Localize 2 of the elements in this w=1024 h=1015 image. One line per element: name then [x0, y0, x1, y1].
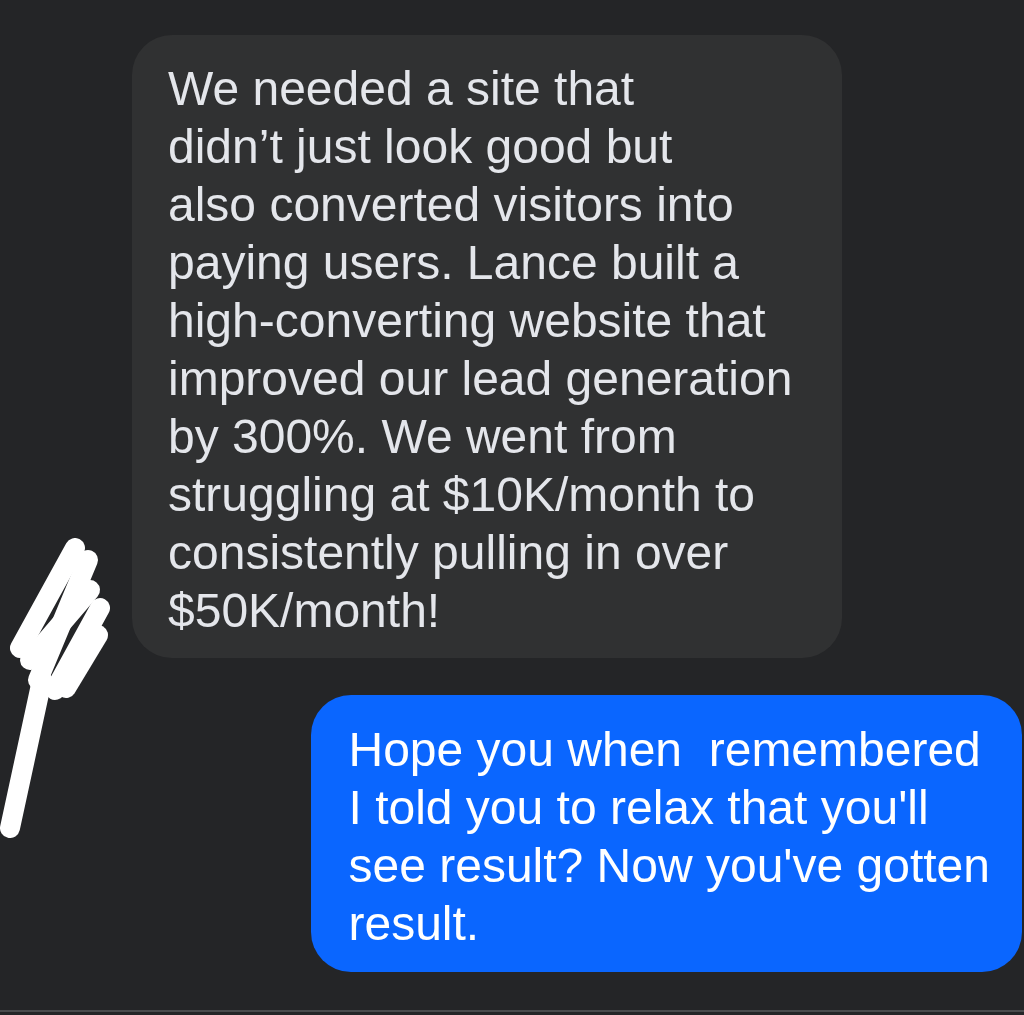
message-text: We needed a site that didn’t just look good but also converted visitors into paying users. Lance built a high-converting website that improved our lead generation by 300%. We went from struggling at $10K/month to consistently pulling in over $50K/month! [168, 61, 793, 639]
message-text: Hope you when remembered I told you to relax that you'll see result? Now you've gotten result. [348, 722, 990, 952]
